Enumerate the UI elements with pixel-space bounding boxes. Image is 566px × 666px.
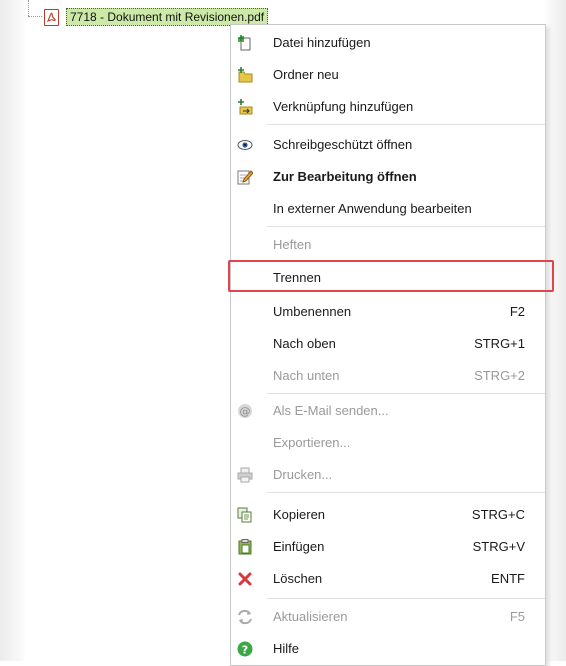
- menu-item-loeschen[interactable]: Löschen ENTF: [231, 563, 545, 595]
- menu-item-zur-bearbeitung-oeffnen[interactable]: Zur Bearbeitung öffnen: [231, 161, 545, 193]
- menu-item-shortcut: F5: [509, 609, 525, 624]
- tree-line: [28, 16, 42, 17]
- menu-item-label: Aktualisieren: [273, 609, 348, 624]
- menu-separator: [267, 492, 545, 493]
- menu-item-nach-unten[interactable]: Nach unten STRG+2: [231, 360, 545, 392]
- delete-icon: [237, 571, 253, 587]
- menu-item-shortcut: STRG+2: [474, 368, 525, 383]
- menu-item-label: Datei hinzufügen: [273, 35, 371, 50]
- menu-item-label: Exportieren...: [273, 435, 351, 450]
- pdf-icon: [44, 9, 59, 26]
- tree-line-vertical: [28, 0, 29, 16]
- menu-separator: [267, 124, 545, 125]
- add-link-icon: [237, 99, 253, 115]
- menu-item-hilfe[interactable]: ? Hilfe: [231, 633, 545, 665]
- eye-icon: [237, 137, 253, 153]
- copy-icon: [237, 507, 253, 523]
- menu-item-verknuepfung-hinzufuegen[interactable]: Verknüpfung hinzufügen: [231, 91, 545, 123]
- menu-item-aktualisieren[interactable]: Aktualisieren F5: [231, 601, 545, 633]
- at-sign-icon: @: [237, 403, 253, 419]
- menu-item-einfuegen[interactable]: Einfügen STRG+V: [231, 531, 545, 563]
- menu-item-shortcut: STRG+C: [471, 507, 525, 522]
- menu-item-datei-hinzufuegen[interactable]: Datei hinzufügen: [231, 27, 545, 59]
- menu-item-als-email-senden[interactable]: @ Als E-Mail senden...: [231, 395, 545, 427]
- menu-separator: [267, 226, 545, 227]
- menu-separator: [267, 598, 545, 599]
- menu-item-label: Heften: [273, 237, 312, 252]
- menu-item-kopieren[interactable]: Kopieren STRG+C: [231, 499, 545, 531]
- menu-item-exportieren[interactable]: Exportieren...: [231, 427, 545, 459]
- svg-text:?: ?: [242, 644, 248, 657]
- menu-item-shortcut: ENTF: [491, 571, 525, 586]
- menu-item-label: In externer Anwendung bearbeiten: [273, 201, 472, 216]
- edit-document-icon: [237, 169, 254, 185]
- printer-icon: [237, 467, 253, 483]
- menu-item-in-externer-anwendung-bearbeiten[interactable]: In externer Anwendung bearbeiten: [231, 193, 545, 225]
- menu-item-shortcut: STRG+1: [474, 336, 525, 351]
- menu-item-label: Verknüpfung hinzufügen: [273, 99, 414, 114]
- menu-item-label: Nach unten: [273, 368, 340, 383]
- menu-item-label: Schreibgeschützt öffnen: [273, 137, 413, 152]
- paste-icon: [237, 539, 253, 555]
- menu-item-shortcut: F2: [509, 304, 525, 319]
- menu-item-label: Kopieren: [273, 507, 326, 522]
- menu-item-label: Zur Bearbeitung öffnen: [273, 169, 417, 184]
- menu-item-nach-oben[interactable]: Nach oben STRG+1: [231, 328, 545, 360]
- menu-item-heften[interactable]: Heften: [231, 229, 545, 261]
- new-folder-icon: [237, 67, 253, 83]
- context-menu: Datei hinzufügen Ordner neu Verknüpfung …: [230, 24, 546, 666]
- add-file-icon: [237, 35, 253, 51]
- help-icon: ?: [237, 641, 253, 657]
- menu-item-label: Ordner neu: [273, 67, 339, 82]
- menu-item-ordner-neu[interactable]: Ordner neu: [231, 59, 545, 91]
- menu-item-label: Einfügen: [273, 539, 325, 554]
- screenshot-frame-left: [0, 0, 26, 661]
- menu-item-drucken[interactable]: Drucken...: [231, 459, 545, 491]
- menu-item-schreibgeschuetzt-oeffnen[interactable]: Schreibgeschützt öffnen: [231, 129, 545, 161]
- menu-item-label: Umbenennen: [273, 304, 352, 319]
- menu-item-label: Hilfe: [273, 641, 300, 656]
- menu-separator: [267, 393, 545, 394]
- menu-item-label: Drucken...: [273, 467, 333, 482]
- svg-text:@: @: [240, 405, 251, 418]
- menu-item-label: Nach oben: [273, 336, 336, 351]
- screenshot-frame-right: [544, 0, 566, 661]
- menu-item-shortcut: STRG+V: [472, 539, 525, 554]
- highlight-box: [228, 260, 554, 292]
- menu-item-label: Löschen: [273, 571, 323, 586]
- menu-item-umbenennen[interactable]: Umbenennen F2: [231, 296, 545, 328]
- refresh-icon: [237, 609, 253, 625]
- menu-item-label: Als E-Mail senden...: [273, 403, 389, 418]
